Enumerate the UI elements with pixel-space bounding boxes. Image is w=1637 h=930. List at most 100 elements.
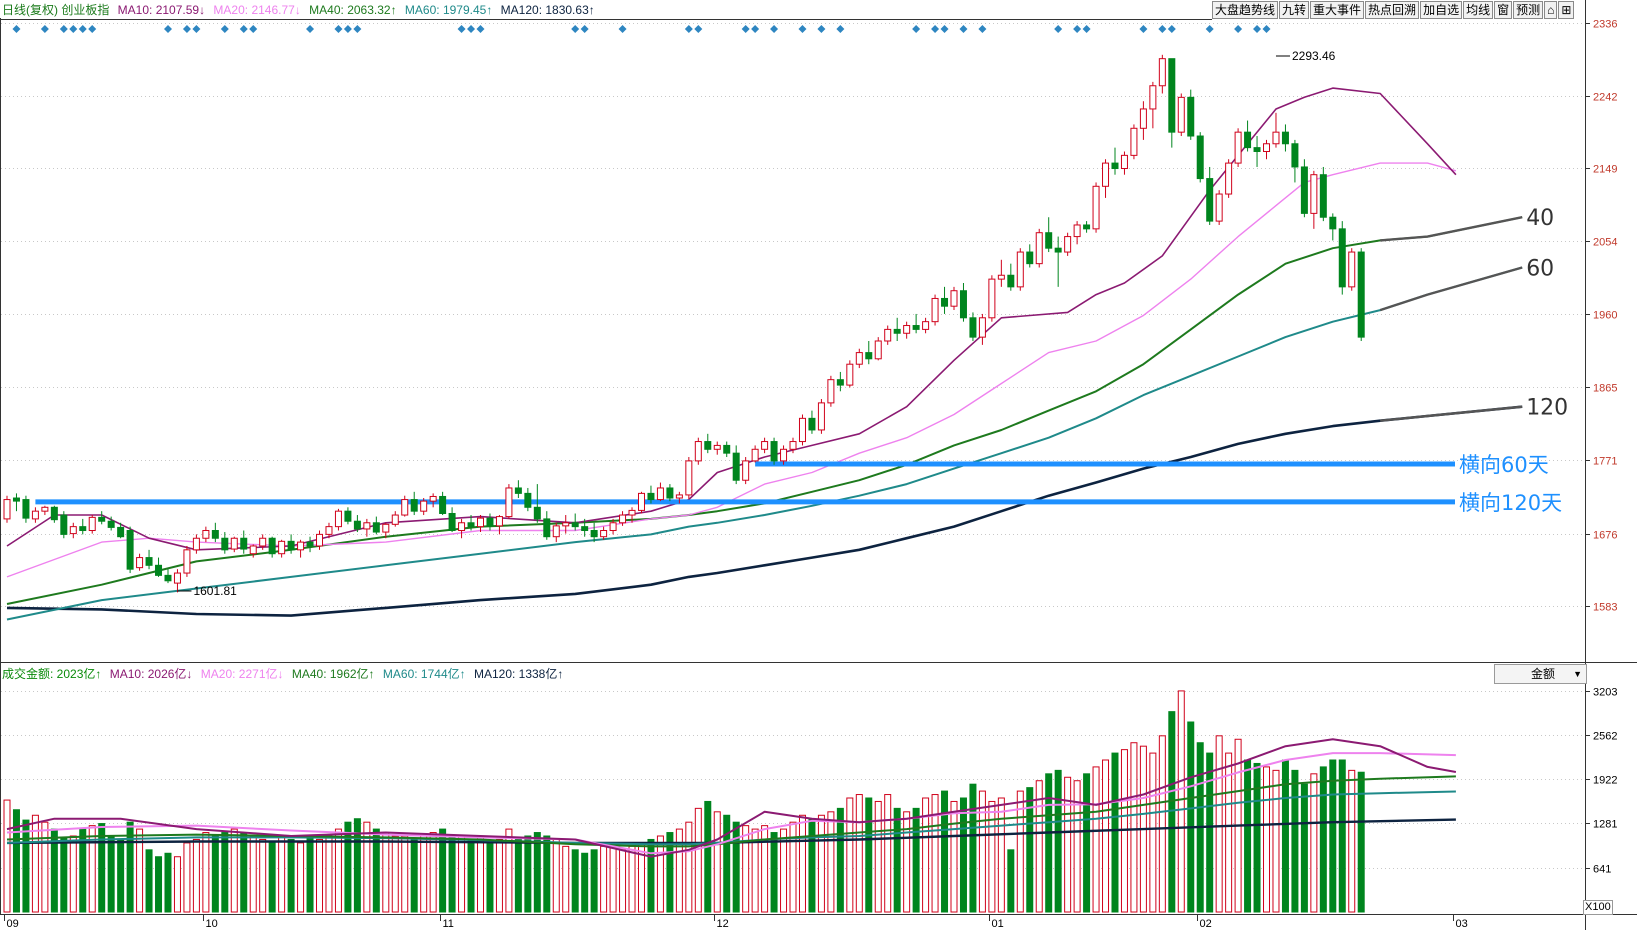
volume-bar[interactable]: [713, 811, 721, 913]
candle-body[interactable]: [732, 452, 740, 481]
candle-body[interactable]: [931, 297, 939, 323]
volume-bar[interactable]: [789, 821, 797, 913]
candle-body[interactable]: [1120, 154, 1128, 170]
volume-bar[interactable]: [477, 835, 484, 913]
candle-body[interactable]: [1130, 127, 1138, 156]
candle-body[interactable]: [571, 522, 579, 528]
volume-bar[interactable]: [145, 849, 153, 913]
kline-chart[interactable]: 横向60天横向120天 2293.46 1601.81 40 60 120 2336 22…: [0, 0, 1637, 930]
candle-body[interactable]: [192, 537, 200, 551]
candle-body[interactable]: [202, 530, 210, 539]
candle-body[interactable]: [31, 510, 39, 520]
volume-bar[interactable]: [552, 838, 560, 913]
candle-body[interactable]: [486, 517, 494, 527]
candle-body[interactable]: [240, 537, 248, 550]
volume-bar[interactable]: [571, 849, 579, 913]
candle-body[interactable]: [543, 518, 551, 538]
candle-body[interactable]: [1054, 247, 1062, 253]
volume-bar[interactable]: [211, 835, 219, 913]
volume-bar[interactable]: [316, 838, 324, 913]
candle-body[interactable]: [107, 520, 115, 528]
candle-body[interactable]: [1357, 251, 1365, 338]
volume-bar[interactable]: [107, 835, 115, 913]
candle-body[interactable]: [268, 537, 276, 555]
candle-body[interactable]: [429, 495, 437, 502]
candle-body[interactable]: [562, 522, 570, 527]
candle-body[interactable]: [1281, 131, 1289, 145]
candle-body[interactable]: [12, 497, 20, 502]
volume-bar[interactable]: [1281, 759, 1289, 913]
volume-bar[interactable]: [202, 832, 210, 913]
candle-body[interactable]: [922, 321, 930, 330]
legend-title[interactable]: 日线(复权) 创业板指: [2, 3, 109, 17]
candle-body[interactable]: [789, 441, 797, 450]
candle-body[interactable]: [855, 352, 863, 365]
volume-bar[interactable]: [1215, 735, 1223, 913]
candle-body[interactable]: [382, 523, 390, 533]
volume-bar[interactable]: [164, 852, 172, 913]
volume-bar[interactable]: [988, 800, 996, 913]
candle-body[interactable]: [1016, 251, 1024, 288]
volume-bar[interactable]: [1310, 773, 1318, 913]
volume-bar[interactable]: [1177, 690, 1185, 913]
candle-body[interactable]: [477, 517, 484, 528]
volume-bar[interactable]: [382, 832, 390, 913]
volume-bar[interactable]: [798, 814, 806, 913]
candle-body[interactable]: [50, 506, 58, 521]
candle-body[interactable]: [79, 526, 87, 532]
add-watchlist-button[interactable]: 加自选: [1420, 1, 1463, 19]
volume-bar[interactable]: [1092, 766, 1100, 913]
volume-bar[interactable]: [543, 835, 551, 913]
candle-body[interactable]: [287, 540, 295, 551]
candle-body[interactable]: [1206, 178, 1214, 222]
candle-body[interactable]: [69, 526, 77, 535]
volume-bar[interactable]: [429, 832, 437, 913]
candle-body[interactable]: [1149, 85, 1157, 110]
candle-body[interactable]: [552, 525, 560, 538]
candle-body[interactable]: [817, 402, 825, 431]
volume-bar[interactable]: [1272, 769, 1280, 913]
candle-body[interactable]: [164, 574, 172, 582]
candle-body[interactable]: [761, 441, 769, 450]
volume-bar[interactable]: [969, 783, 977, 913]
volume-bar[interactable]: [1253, 762, 1261, 913]
candle-body[interactable]: [173, 572, 181, 584]
volume-bar[interactable]: [1111, 752, 1119, 913]
candle-body[interactable]: [1083, 224, 1091, 230]
candle-body[interactable]: [420, 500, 428, 512]
candle-body[interactable]: [136, 557, 144, 569]
volume-bar[interactable]: [41, 821, 49, 913]
volume-bar[interactable]: [12, 809, 20, 913]
volume-bar[interactable]: [581, 852, 589, 913]
volume-bar[interactable]: [69, 835, 77, 913]
volume-legend-title[interactable]: 成交金额: 2023亿↑: [2, 667, 101, 681]
volume-bar[interactable]: [533, 832, 541, 913]
candle-body[interactable]: [874, 340, 882, 360]
candle-body[interactable]: [1300, 166, 1308, 214]
volume-bar[interactable]: [221, 832, 229, 913]
volume-bar[interactable]: [401, 835, 409, 913]
home-icon[interactable]: ⌂: [1544, 1, 1558, 19]
volume-bar[interactable]: [420, 835, 428, 913]
nine-turn-button[interactable]: 九转: [1279, 1, 1310, 19]
volume-bar[interactable]: [448, 835, 456, 913]
candle-body[interactable]: [60, 514, 68, 535]
volume-bar[interactable]: [287, 838, 295, 913]
candle-body[interactable]: [353, 520, 361, 530]
volume-bar[interactable]: [344, 821, 352, 913]
candle-body[interactable]: [628, 509, 636, 516]
candle-body[interactable]: [145, 557, 153, 566]
candle-body[interactable]: [259, 537, 267, 547]
candle-body[interactable]: [363, 522, 371, 530]
candle-body[interactable]: [1244, 131, 1252, 149]
volume-bar[interactable]: [647, 838, 655, 913]
volume-bar[interactable]: [1291, 769, 1299, 913]
volume-bar[interactable]: [590, 849, 598, 913]
candle-body[interactable]: [458, 522, 466, 532]
candle-body[interactable]: [1187, 96, 1195, 137]
grid-icon[interactable]: ⊞: [1558, 1, 1575, 19]
candle-body[interactable]: [798, 417, 806, 443]
candle-body[interactable]: [723, 444, 731, 454]
volume-bar[interactable]: [1329, 759, 1337, 913]
candle-body[interactable]: [1253, 147, 1261, 152]
